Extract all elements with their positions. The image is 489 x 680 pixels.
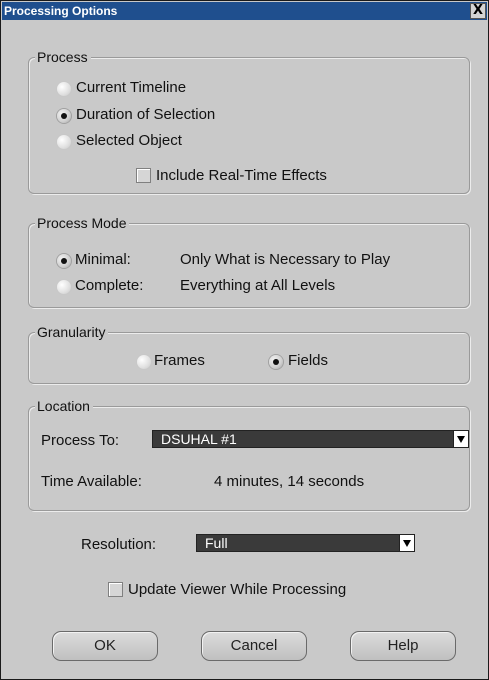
process-legend: Process (35, 49, 91, 65)
resolution-dropdown[interactable]: Full (196, 534, 415, 552)
resolution-label: Resolution: (81, 536, 157, 553)
include-rt-effects-label: Include Real-Time Effects (156, 167, 327, 184)
process-mode-group: Process Mode Minimal: Only What is Neces… (28, 215, 470, 308)
resolution-value: Full (205, 535, 228, 551)
radio-selected-object-label: Selected Object (76, 132, 182, 149)
process-group: Process Current Timeline Duration of Sel… (28, 49, 470, 194)
chevron-down-icon[interactable] (399, 534, 415, 552)
title-bar: Processing Options X (2, 2, 487, 20)
radio-duration-of-selection-button[interactable] (57, 109, 71, 123)
radio-current-timeline-button[interactable] (57, 82, 71, 96)
process-to-label: Process To: (41, 432, 120, 449)
chevron-down-icon[interactable] (453, 430, 469, 448)
radio-complete-button[interactable] (57, 280, 71, 294)
granularity-legend: Granularity (35, 324, 109, 340)
process-to-value: DSUHAL #1 (161, 431, 237, 447)
update-viewer-box[interactable] (108, 582, 123, 597)
time-available-value: 4 minutes, 14 seconds (214, 473, 365, 490)
window-title: Processing Options (4, 4, 118, 18)
help-button[interactable]: Help (350, 631, 456, 661)
radio-minimal-label: Minimal: (75, 251, 131, 268)
radio-duration-of-selection-label: Duration of Selection (76, 106, 216, 123)
update-viewer-label: Update Viewer While Processing (128, 581, 347, 598)
radio-current-timeline-label: Current Timeline (76, 79, 187, 96)
radio-frames-label: Frames (154, 352, 205, 369)
processing-options-dialog: Processing Options X Process Current Tim… (0, 0, 489, 680)
process-mode-legend: Process Mode (35, 215, 130, 231)
location-legend: Location (35, 398, 93, 414)
radio-frames-button[interactable] (137, 355, 151, 369)
radio-fields-label: Fields (288, 352, 329, 369)
radio-fields-button[interactable] (269, 355, 283, 369)
location-group: Location Process To: DSUHAL #1 Time Avai… (28, 398, 470, 511)
time-available-label: Time Available: (41, 473, 142, 490)
radio-selected-object-button[interactable] (57, 135, 71, 149)
granularity-group: Granularity Frames Fields (28, 324, 470, 384)
radio-minimal-button[interactable] (57, 254, 71, 268)
process-to-dropdown[interactable]: DSUHAL #1 (152, 430, 469, 448)
cancel-button[interactable]: Cancel (201, 631, 307, 661)
ok-button[interactable]: OK (52, 631, 158, 661)
include-rt-effects-box[interactable] (136, 168, 151, 183)
minimal-description: Only What is Necessary to Play (180, 251, 391, 268)
complete-description: Everything at All Levels (180, 277, 336, 294)
radio-complete-label: Complete: (75, 277, 144, 294)
close-icon[interactable]: X (470, 3, 486, 19)
